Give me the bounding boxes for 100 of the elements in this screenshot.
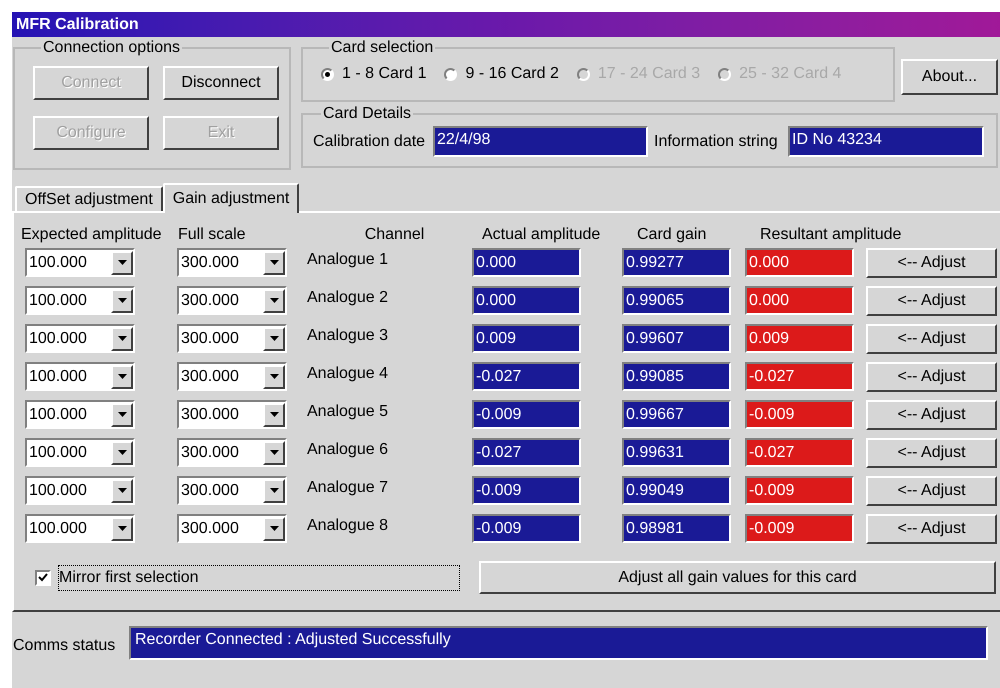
checkbox-label: Mirror first selection xyxy=(59,566,459,590)
caret-icon xyxy=(270,526,278,531)
column-header: Resultant amplitude xyxy=(760,225,902,245)
channel-label: Analogue 5 xyxy=(307,402,389,422)
column-header: Card gain xyxy=(637,225,708,245)
dropdown-button[interactable] xyxy=(111,288,133,312)
combo-box[interactable]: 300.000 xyxy=(177,324,287,353)
caret-icon xyxy=(270,298,278,303)
combo-box[interactable]: 100.000 xyxy=(25,476,135,505)
value-field: -0.009 xyxy=(745,400,854,429)
window-title: MFR Calibration xyxy=(16,14,139,34)
dropdown-button[interactable] xyxy=(263,516,285,540)
tab[interactable]: OffSet adjustment xyxy=(15,186,163,211)
value-field: -0.027 xyxy=(472,362,581,391)
combo-box[interactable]: 100.000 xyxy=(25,438,135,467)
value-field: 0.000 xyxy=(745,248,854,277)
button[interactable]: About... xyxy=(901,59,998,95)
value-field: 0.98981 xyxy=(622,514,731,543)
dropdown-button[interactable] xyxy=(111,478,133,502)
checkbox[interactable] xyxy=(35,570,51,586)
button[interactable]: <-- Adjust xyxy=(866,476,997,506)
button[interactable]: <-- Adjust xyxy=(866,248,997,278)
combo-box[interactable]: 300.000 xyxy=(177,438,287,467)
value-field: 0.99277 xyxy=(622,248,731,277)
button[interactable]: <-- Adjust xyxy=(866,324,997,354)
column-header: Expected amplitude xyxy=(21,225,163,245)
value-field: -0.009 xyxy=(745,476,854,505)
channel-label: Analogue 6 xyxy=(307,440,389,460)
value-field: -0.009 xyxy=(745,514,854,543)
caret-icon xyxy=(118,298,126,303)
caret-icon xyxy=(118,374,126,379)
dropdown-button[interactable] xyxy=(111,516,133,540)
field-label: Information string xyxy=(653,132,779,152)
calibration-date-field[interactable]: 22/4/98 xyxy=(433,126,648,157)
button[interactable]: <-- Adjust xyxy=(866,400,997,430)
caret-icon xyxy=(118,260,126,265)
value-field: 0.000 xyxy=(745,286,854,315)
combo-box[interactable]: 300.000 xyxy=(177,362,287,391)
caret-icon xyxy=(270,488,278,493)
combo-box[interactable]: 100.000 xyxy=(25,514,135,543)
channel-label: Analogue 2 xyxy=(307,288,389,308)
combo-box[interactable]: 300.000 xyxy=(177,248,287,277)
caret-icon xyxy=(270,412,278,417)
value-field: -0.009 xyxy=(472,400,581,429)
value-field: -0.027 xyxy=(745,438,854,467)
combo-box[interactable]: 300.000 xyxy=(177,286,287,315)
caret-icon xyxy=(270,260,278,265)
button[interactable]: Adjust all gain values for this card xyxy=(479,561,996,594)
value-field: 0.99085 xyxy=(622,362,731,391)
value-field: -0.027 xyxy=(745,362,854,391)
combo-box[interactable]: 100.000 xyxy=(25,362,135,391)
dropdown-button[interactable] xyxy=(263,402,285,426)
dropdown-button[interactable] xyxy=(111,440,133,464)
value-field: 0.99667 xyxy=(622,400,731,429)
field-label: Calibration date xyxy=(313,132,426,152)
value-field: 0.99065 xyxy=(622,286,731,315)
combo-box[interactable]: 300.000 xyxy=(177,514,287,543)
dropdown-button[interactable] xyxy=(263,440,285,464)
caret-icon xyxy=(270,450,278,455)
value-field: 0.99607 xyxy=(622,324,731,353)
value-field: 0.000 xyxy=(472,286,581,315)
field-label: Comms status xyxy=(12,636,116,656)
caret-icon xyxy=(118,488,126,493)
button[interactable]: <-- Adjust xyxy=(866,286,997,316)
column-header: Full scale xyxy=(178,225,247,245)
value-field: 0.99631 xyxy=(622,438,731,467)
value-field: -0.009 xyxy=(472,514,581,543)
combo-box[interactable]: 300.000 xyxy=(177,400,287,429)
button[interactable]: <-- Adjust xyxy=(866,438,997,468)
dropdown-button[interactable] xyxy=(111,326,133,350)
tab[interactable]: Gain adjustment xyxy=(162,183,300,213)
channel-label: Analogue 8 xyxy=(307,516,389,536)
column-header: Actual amplitude xyxy=(482,225,602,245)
combo-box[interactable]: 100.000 xyxy=(25,400,135,429)
dropdown-button[interactable] xyxy=(263,478,285,502)
button[interactable]: <-- Adjust xyxy=(866,514,997,544)
dropdown-button[interactable] xyxy=(111,364,133,388)
combo-box[interactable]: 100.000 xyxy=(25,324,135,353)
combo-box[interactable]: 100.000 xyxy=(25,248,135,277)
information-string-field[interactable]: ID No 43234 xyxy=(788,126,984,157)
radio-button[interactable] xyxy=(321,68,334,80)
dropdown-button[interactable] xyxy=(111,250,133,274)
channel-label: Analogue 4 xyxy=(307,364,389,384)
button[interactable]: <-- Adjust xyxy=(866,362,997,392)
button[interactable]: Disconnect xyxy=(163,66,279,100)
caret-icon xyxy=(118,412,126,417)
caret-icon xyxy=(270,336,278,341)
dropdown-button[interactable] xyxy=(263,326,285,350)
combo-box[interactable]: 300.000 xyxy=(177,476,287,505)
combo-box[interactable]: 100.000 xyxy=(25,286,135,315)
dropdown-button[interactable] xyxy=(263,364,285,388)
dropdown-button[interactable] xyxy=(263,288,285,312)
caret-icon xyxy=(118,526,126,531)
dropdown-button[interactable] xyxy=(263,250,285,274)
dropdown-button[interactable] xyxy=(111,402,133,426)
radio-button[interactable] xyxy=(444,68,458,80)
channel-label: Analogue 1 xyxy=(307,250,389,270)
radio-label: 1 - 8 Card 1 xyxy=(342,64,426,84)
value-field: 0.99049 xyxy=(622,476,731,505)
column-header: Channel xyxy=(364,225,426,245)
